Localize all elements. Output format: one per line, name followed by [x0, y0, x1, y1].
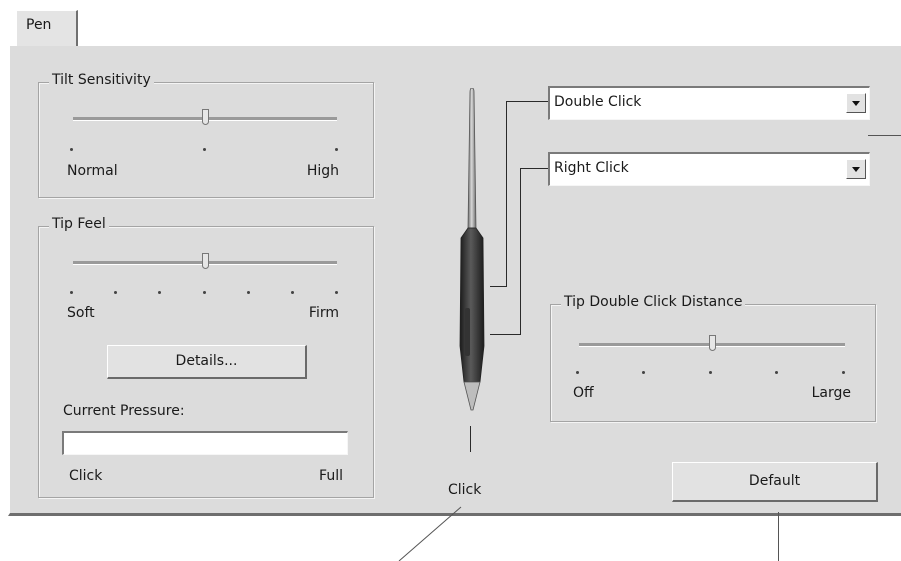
tip-feel-tick: [291, 291, 294, 294]
tilt-sensitivity-group: Tilt Sensitivity Normal High: [38, 72, 374, 198]
tip-feel-tick: [335, 291, 338, 294]
current-pressure-bar: [62, 431, 348, 455]
tip-double-click-distance-group: Tip Double Click Distance Off Large: [550, 294, 876, 422]
tilt-tick: [335, 148, 338, 151]
callout-line: [398, 506, 462, 561]
tip-double-click-distance-legend: Tip Double Click Distance: [561, 294, 746, 310]
tip-feel-group: Tip Feel Soft Firm Details... Current Pr…: [38, 216, 374, 498]
chevron-down-icon[interactable]: [846, 159, 866, 179]
distance-min-label: Off: [573, 385, 594, 401]
lower-button-selected: Right Click: [554, 160, 629, 176]
lower-button-connector: [520, 168, 548, 169]
tilt-tick: [70, 148, 73, 151]
upper-button-dropdown[interactable]: Double Click: [548, 86, 870, 120]
callout-line: [778, 512, 779, 561]
current-pressure-label: Current Pressure:: [63, 403, 185, 419]
distance-max-label: Large: [811, 385, 851, 401]
tab-pen[interactable]: Pen: [16, 10, 78, 46]
tab-pen-label: Pen: [26, 17, 52, 33]
tip-feel-tick: [158, 291, 161, 294]
tip-feel-tick: [247, 291, 250, 294]
distance-tick: [709, 371, 712, 374]
distance-tick: [842, 371, 845, 374]
tip-feel-slider[interactable]: [73, 253, 337, 279]
distance-tick: [775, 371, 778, 374]
tip-feel-slider-thumb[interactable]: [202, 253, 209, 269]
chevron-down-icon[interactable]: [846, 93, 866, 113]
upper-button-selected: Double Click: [554, 94, 642, 110]
lower-button-dropdown[interactable]: Right Click: [548, 152, 870, 186]
tip-feel-max-label: Firm: [308, 305, 339, 321]
tip-feel-legend: Tip Feel: [49, 216, 109, 232]
upper-button-connector: [490, 286, 506, 287]
details-button[interactable]: Details...: [107, 345, 307, 379]
tip-connector-line: [470, 426, 471, 452]
lower-button-connector: [490, 334, 520, 335]
tilt-slider-thumb[interactable]: [202, 109, 209, 125]
lower-button-connector: [520, 168, 521, 335]
tilt-sensitivity-slider[interactable]: [73, 109, 337, 135]
tip-feel-tick: [203, 291, 206, 294]
tilt-tick: [203, 148, 206, 151]
pressure-max-label: Full: [319, 468, 343, 484]
upper-button-connector: [506, 101, 548, 102]
distance-tick: [576, 371, 579, 374]
tilt-sensitivity-legend: Tilt Sensitivity: [49, 72, 154, 88]
tilt-min-label: Normal: [67, 163, 118, 179]
distance-slider-thumb[interactable]: [709, 335, 716, 351]
upper-button-connector: [506, 101, 507, 287]
pressure-min-label: Click: [69, 468, 103, 484]
default-button[interactable]: Default: [672, 462, 878, 502]
callout-line: [868, 135, 901, 136]
distance-tick: [642, 371, 645, 374]
tip-feel-min-label: Soft: [67, 305, 95, 321]
tip-feel-tick: [114, 291, 117, 294]
tilt-max-label: High: [306, 163, 339, 179]
pen-tip-label: Click: [448, 482, 482, 498]
tip-double-click-distance-slider[interactable]: [579, 335, 845, 361]
pen-icon: [459, 88, 485, 411]
tip-feel-tick: [70, 291, 73, 294]
